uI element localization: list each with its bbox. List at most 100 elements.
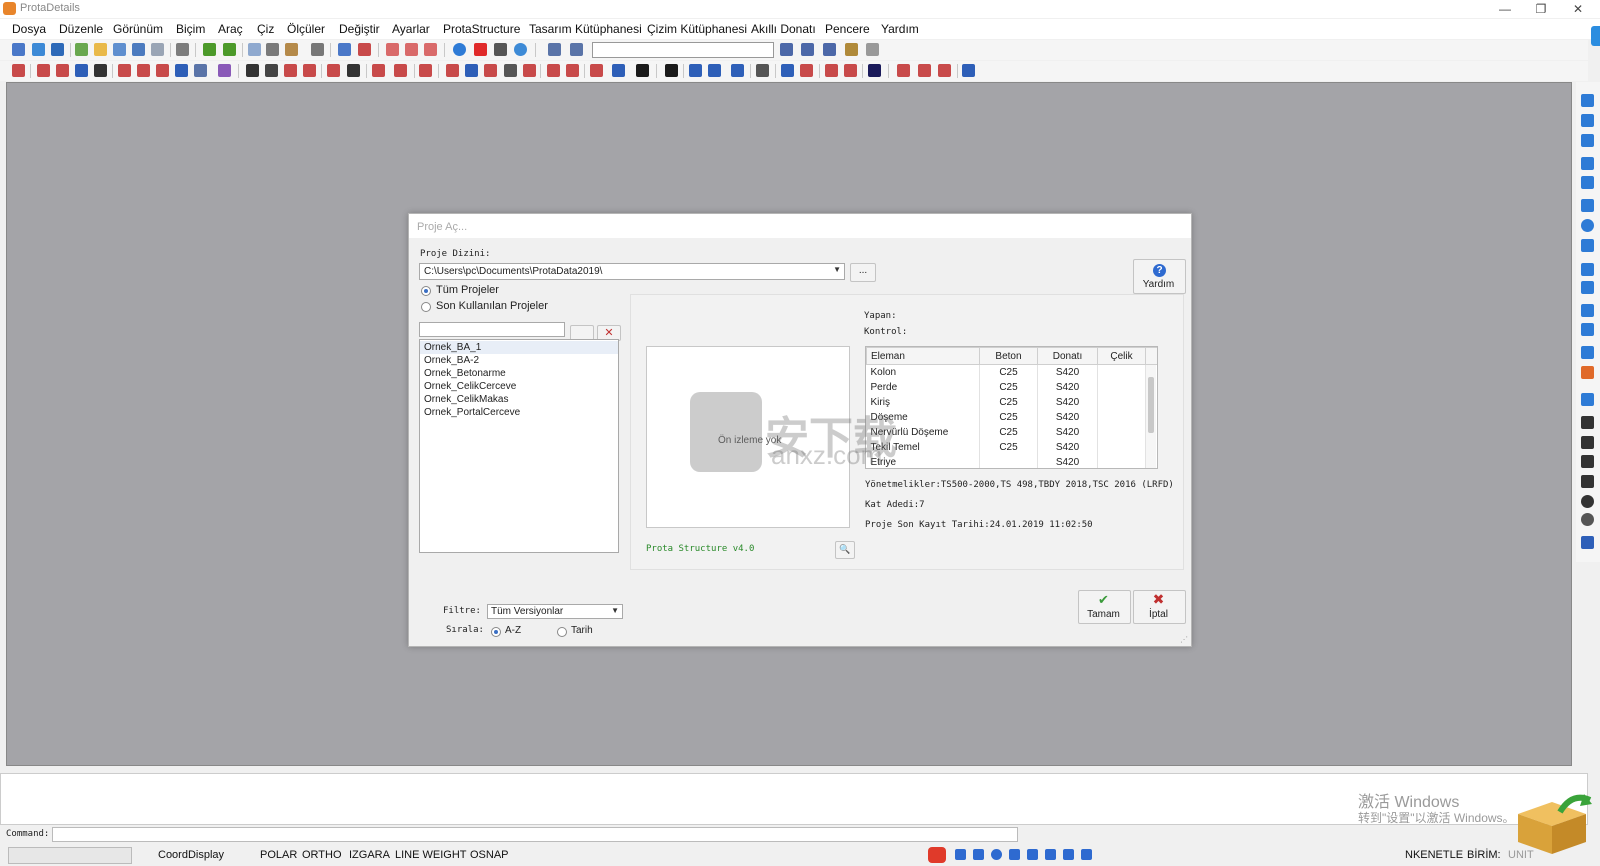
polyline-icon[interactable] (1581, 134, 1594, 147)
section-icon[interactable] (781, 64, 794, 77)
construction-line-icon[interactable] (1581, 114, 1594, 127)
menu-protastructure[interactable]: ProtaStructure (443, 22, 520, 36)
rotate-right-icon[interactable] (405, 43, 418, 56)
circle-icon[interactable] (1581, 219, 1594, 232)
table-row[interactable]: Perde C25 S420 (866, 380, 1157, 395)
user-icon[interactable] (1045, 849, 1056, 860)
stirrup-icon[interactable] (56, 64, 69, 77)
column-detail-icon[interactable] (484, 64, 497, 77)
spreadsheet-icon[interactable] (962, 64, 975, 77)
radio-sort-date[interactable] (557, 627, 567, 637)
layer-manager-icon[interactable] (358, 43, 371, 56)
menu-arac[interactable]: Araç (218, 22, 243, 36)
drawing-list-icon[interactable] (548, 43, 561, 56)
copy-icon[interactable] (248, 43, 261, 56)
mtext-icon[interactable] (1581, 281, 1594, 294)
lineweight-toggle[interactable]: LINE WEIGHT (395, 849, 467, 861)
layer-icon[interactable] (338, 43, 351, 56)
layer-combo[interactable] (592, 42, 774, 58)
lap-splice-icon[interactable] (137, 64, 150, 77)
browse-button[interactable]: ... (850, 263, 876, 282)
export-icon[interactable] (51, 43, 64, 56)
microphone-icon[interactable] (1009, 849, 1020, 860)
image-icon[interactable] (1581, 366, 1594, 379)
bar-schedule-icon[interactable] (218, 64, 231, 77)
dim-horizontal-icon[interactable] (1581, 436, 1594, 449)
viewport-icon[interactable] (731, 64, 744, 77)
element-table[interactable]: Eleman Beton Donatı Çelik Kolon C25 S420 P… (865, 346, 1158, 469)
osnap-toggle[interactable]: OSNAP (470, 849, 509, 861)
frame-icon[interactable] (612, 64, 625, 77)
table-icon[interactable] (756, 64, 769, 77)
project-item[interactable]: Ornek_BA_1 (424, 342, 481, 353)
table-scrollbar[interactable] (1146, 365, 1156, 468)
polar-toggle[interactable]: POLAR (260, 849, 297, 861)
new-template-icon[interactable] (32, 43, 45, 56)
project-item[interactable]: Ornek_CelikCerceve (424, 381, 516, 392)
layer-off-icon[interactable] (866, 43, 879, 56)
draw-beam-icon[interactable] (12, 64, 25, 77)
dim-diameter-icon[interactable] (1581, 513, 1594, 526)
menu-akilli-donati[interactable]: Akıllı Donatı (751, 22, 816, 36)
emoji-icon[interactable] (991, 849, 1002, 860)
close-window-button[interactable]: ✕ (1567, 1, 1589, 17)
arc-icon[interactable] (1581, 199, 1594, 212)
nkenetle-status[interactable]: NKENETLE (1405, 849, 1463, 861)
minimize-button[interactable]: — (1494, 1, 1516, 17)
bar-table-icon[interactable] (194, 64, 207, 77)
filter-select[interactable]: Tüm Versiyonlar ▼ (487, 604, 623, 619)
text-icon[interactable] (1581, 263, 1594, 276)
paste-icon[interactable] (285, 43, 298, 56)
wall-detail-icon[interactable] (504, 64, 517, 77)
spline-icon[interactable] (1581, 176, 1594, 189)
dimension-bar-icon[interactable] (118, 64, 131, 77)
menu-bicim[interactable]: Biçim (176, 22, 205, 36)
table-row[interactable]: Kiriş C25 S420 (866, 395, 1157, 410)
retaining-wall-icon[interactable] (590, 64, 603, 77)
open-icon[interactable] (94, 43, 107, 56)
cancel-button[interactable]: ✖ İptal (1133, 590, 1186, 624)
table-row[interactable]: Tekil Temel C25 S420 (866, 440, 1157, 455)
dim-ordinate-icon[interactable] (1581, 536, 1594, 549)
menu-olculer[interactable]: Ölçüler (287, 22, 325, 36)
refresh-icon[interactable] (897, 64, 910, 77)
ortho-toggle[interactable]: ORTHO (302, 849, 342, 861)
skin-icon[interactable] (1063, 849, 1074, 860)
grid-icon[interactable] (938, 64, 951, 77)
bolt-icon[interactable] (844, 64, 857, 77)
project-item[interactable]: Ornek_CelikMakas (424, 394, 508, 405)
drawing-sheet-icon[interactable] (570, 43, 583, 56)
delete-bar-icon[interactable] (419, 64, 432, 77)
menu-ayarlar[interactable]: Ayarlar (392, 22, 430, 36)
menu-ciz[interactable]: Çiz (257, 22, 274, 36)
rotate-left-icon[interactable] (386, 43, 399, 56)
line-icon[interactable] (1581, 94, 1594, 107)
project-search-input[interactable] (419, 322, 565, 337)
layer-next-icon[interactable] (823, 43, 836, 56)
cross-icon[interactable] (284, 64, 297, 77)
foundation-icon[interactable] (547, 64, 560, 77)
title-block-icon[interactable] (689, 64, 702, 77)
table-row[interactable]: Nervürlü Döşeme C25 S420 (866, 425, 1157, 440)
menu-pencere[interactable]: Pencere (825, 22, 870, 36)
dim-radius-icon[interactable] (1581, 495, 1594, 508)
project-dir-combo[interactable]: C:\Users\pc\Documents\ProtaData2019\ ▼ (419, 263, 845, 280)
print-icon[interactable] (176, 43, 189, 56)
export-dwg-icon[interactable] (665, 64, 678, 77)
menu-cizim-kutuphanesi[interactable]: Çizim Kütüphanesi (647, 22, 747, 36)
table-row[interactable]: Kolon C25 S420 (866, 364, 1157, 380)
region-icon[interactable] (1581, 346, 1594, 359)
dim-vertical-icon[interactable] (1581, 416, 1594, 429)
command-input[interactable] (52, 827, 1018, 842)
layer-prev-icon[interactable] (801, 43, 814, 56)
sogou-ime-icon[interactable] (928, 847, 946, 863)
layer-state-icon[interactable] (780, 43, 793, 56)
resize-grip-icon[interactable]: ⋰ (1180, 635, 1188, 644)
toolbox-icon[interactable] (1081, 849, 1092, 860)
add-icon[interactable] (75, 43, 88, 56)
hatch-icon[interactable] (918, 64, 931, 77)
column-section-icon[interactable] (37, 64, 50, 77)
hatch-area-icon[interactable] (1581, 323, 1594, 336)
new-icon[interactable] (12, 43, 25, 56)
layer-lock-icon[interactable] (845, 43, 858, 56)
